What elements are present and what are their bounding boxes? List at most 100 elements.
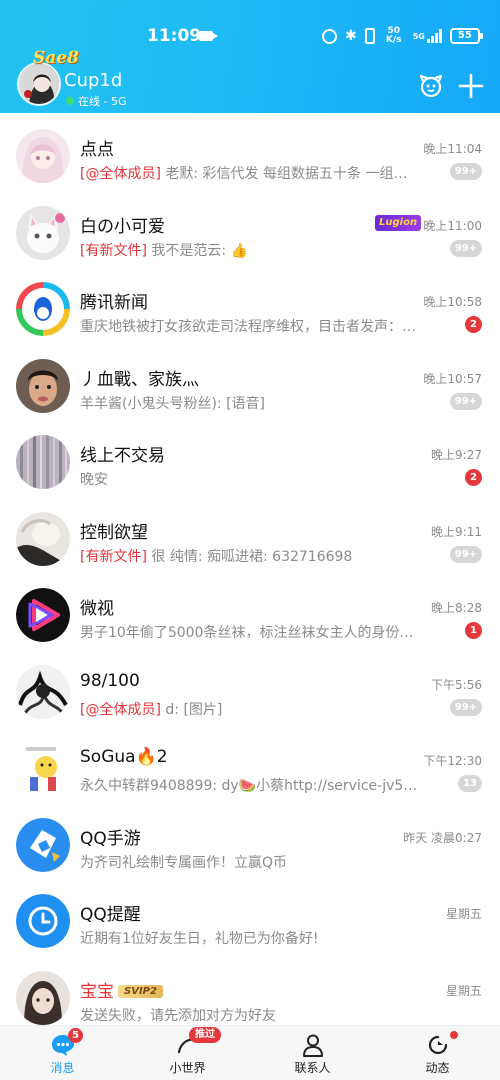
feed-refresh-icon: [428, 1035, 447, 1055]
avatar-art: [16, 205, 70, 260]
conversation-time: 晚上9:11: [431, 524, 482, 539]
plus-glyph: [458, 73, 484, 99]
clock-icon: [16, 894, 70, 948]
conversation-preview: 男子10年偷了5000条丝袜，标注丝袜女主人的身份…: [80, 622, 420, 642]
preview-text: 近期有1位好友生日，礼物已为你备好!: [80, 931, 319, 947]
conversation-preview: 晚安: [80, 469, 420, 489]
qq-games-logo: [16, 817, 70, 872]
preview-text: 很 纯情: 痴呱进裙: 632716698: [146, 548, 353, 565]
signal-icon: [426, 29, 442, 43]
conversation-item[interactable]: 腾讯新闻 晚上10:58 重庆地铁被打女孩欲走司法程序维权，目击者发声：… 2: [0, 266, 500, 343]
conversation-item[interactable]: QQ提醒 星期五 近期有1位好友生日，礼物已为你备好!: [0, 878, 500, 955]
conversation-name: 微视: [80, 599, 114, 619]
conversation-preview: [有新文件] 很 纯情: 痴呱进裙: 632716698: [80, 546, 420, 566]
unread-badge: 1: [465, 622, 482, 639]
conversation-preview: [@全体成员] 老默: 彩信代发 每组数据五十条 一组…: [80, 163, 420, 183]
preview-text: 永久中转群9408899: dy🍉小蔡http://service-jv5g5…: [80, 778, 420, 794]
profile-avatar[interactable]: [17, 62, 61, 106]
tab-label: 消息: [50, 1061, 75, 1075]
avatar-art: [16, 435, 70, 489]
cat-avatar: [16, 205, 70, 260]
conversation-time: 下午12:30: [423, 754, 482, 768]
bottom-tab-bar: 5 消息 推过 小世界 联系人 动态: [0, 1025, 500, 1080]
unread-badge: 99+: [449, 392, 482, 410]
preview-text: d: [图片]: [160, 701, 223, 718]
contacts-person-icon: [302, 1034, 323, 1057]
network-speed-unit: K/s: [385, 35, 402, 45]
avatar-illustration: [19, 64, 59, 104]
avatar-art: [16, 664, 70, 719]
contact-name: 宝宝: [80, 981, 114, 1002]
vibrate-icon: [364, 28, 375, 44]
tab-feed[interactable]: 动态: [375, 1026, 500, 1080]
qq-reminder-logo: [16, 894, 70, 948]
conversation-preview: [有新文件] 我不是范云: 👍: [80, 240, 420, 260]
striped-avatar: [16, 435, 70, 489]
conversation-preview: 重庆地铁被打女孩欲走司法程序维权，目击者发声：…: [80, 316, 420, 336]
conversation-time: 晚上8:28: [431, 601, 482, 615]
conversation-item[interactable]: 线上不交易 晚上9:27 晚安 2: [0, 419, 500, 496]
conversation-name: 98/100: [80, 670, 140, 691]
qq-mascot-icon[interactable]: [418, 73, 444, 99]
preview-text: 老默: 彩信代发 每组数据五十条 一组…: [160, 166, 408, 182]
preview-text: 晚安: [80, 472, 108, 488]
mention-tag: [@全体成员]: [80, 701, 161, 718]
conversation-item[interactable]: 宝宝 SVIP2 星期五 发送失败，请先添加对方为好友: [0, 955, 500, 1026]
conversation-preview: [@全体成员] d: [图片]: [80, 699, 420, 719]
add-plus-icon[interactable]: [458, 73, 484, 99]
conversation-name: QQ提醒: [80, 905, 141, 925]
avatar-art: [16, 511, 70, 566]
conversation-preview: 近期有1位好友生日，礼物已为你备好!: [80, 928, 420, 948]
preview-text: 我不是范云: 👍: [146, 242, 248, 259]
tab-label: 动态: [425, 1061, 450, 1075]
unread-badge: 99+: [449, 545, 482, 563]
conversation-item[interactable]: 98/100 下午5:56 [@全体成员] d: [图片] 99+: [0, 649, 500, 726]
status-time: 11:09: [147, 26, 202, 46]
tab-small-world[interactable]: 推过 小世界: [125, 1026, 250, 1080]
conversation-name: 线上不交易: [80, 446, 165, 466]
conversation-item[interactable]: 微视 晚上8:28 男子10年偷了5000条丝袜，标注丝袜女主人的身份… 1: [0, 572, 500, 649]
conversation-item[interactable]: 白の小可爱 Lugion 晚上11:00 [有新文件] 我不是范云: 👍 99+: [0, 190, 500, 267]
conversation-name: 控制欲望: [80, 522, 148, 543]
tab-label: 联系人: [294, 1061, 331, 1075]
weishi-logo: [16, 588, 70, 642]
unread-badge: 13: [458, 775, 482, 792]
screen-record-icon: [199, 31, 218, 41]
conversation-time: 晚上10:58: [423, 295, 482, 309]
status-icons: ✱ 50 K/s 5G 55: [322, 26, 483, 46]
conversation-time: 星期五: [445, 907, 482, 921]
tab-contacts[interactable]: 联系人: [250, 1026, 375, 1080]
feed-new-dot: [450, 1031, 458, 1039]
alarm-icon: [322, 28, 337, 44]
conversation-name: SoGua🔥2: [80, 747, 168, 767]
conversation-name: 白の小可爱: [80, 216, 165, 237]
conversation-item[interactable]: QQ手游 昨天 凌晨0:27 为齐司礼绘制专属画作！立赢Q币: [0, 802, 500, 879]
network-type: 5G: [412, 31, 425, 41]
conversation-time: 晚上11:04: [423, 142, 482, 156]
conversation-name: 丿血戰、家族灬: [80, 369, 199, 390]
unread-badge: 99+: [449, 698, 482, 716]
avatar-art: [16, 588, 70, 642]
anime-girl-avatar: [16, 129, 70, 183]
conversation-time: 晚上10:57: [423, 371, 482, 386]
conversation-item[interactable]: SoGua🔥2 下午12:30 永久中转群9408899: dy🍉小蔡http:…: [0, 725, 500, 802]
preview-text: 为齐司礼绘制专属画作！立赢Q币: [80, 854, 288, 871]
avatar-art: [16, 358, 70, 413]
conversation-list[interactable]: 点点 晚上11:04 [@全体成员] 老默: 彩信代发 每组数据五十条 一组… …: [0, 113, 500, 1025]
conversation-preview: 永久中转群9408899: dy🍉小蔡http://service-jv5g5…: [80, 775, 420, 795]
profile-name[interactable]: Cup1d: [64, 70, 122, 91]
conversation-item[interactable]: 控制欲望 晚上9:11 [有新文件] 很 纯情: 痴呱进裙: 632716698…: [0, 496, 500, 573]
online-status[interactable]: 在线 - 5G: [66, 93, 127, 109]
file-tag: [有新文件]: [80, 242, 147, 259]
man-avatar: [16, 358, 70, 413]
conversation-item[interactable]: 点点 晚上11:04 [@全体成员] 老默: 彩信代发 每组数据五十条 一组… …: [0, 113, 500, 190]
tab-messages[interactable]: 5 消息: [0, 1026, 125, 1080]
avatar-art: [16, 282, 70, 336]
conversation-name: 宝宝 SVIP2: [80, 977, 163, 1002]
preview-text: 羊羊酱(小鬼头号粉丝): [语音]: [80, 395, 266, 412]
conversation-preview: 羊羊酱(小鬼头号粉丝): [语音]: [80, 393, 420, 413]
conversation-name: 腾讯新闻: [80, 293, 148, 313]
conversation-time: 星期五: [445, 983, 482, 998]
conversation-item[interactable]: 丿血戰、家族灬 晚上10:57 羊羊酱(小鬼头号粉丝): [语音] 99+: [0, 343, 500, 420]
unread-badge: 99+: [449, 239, 482, 257]
